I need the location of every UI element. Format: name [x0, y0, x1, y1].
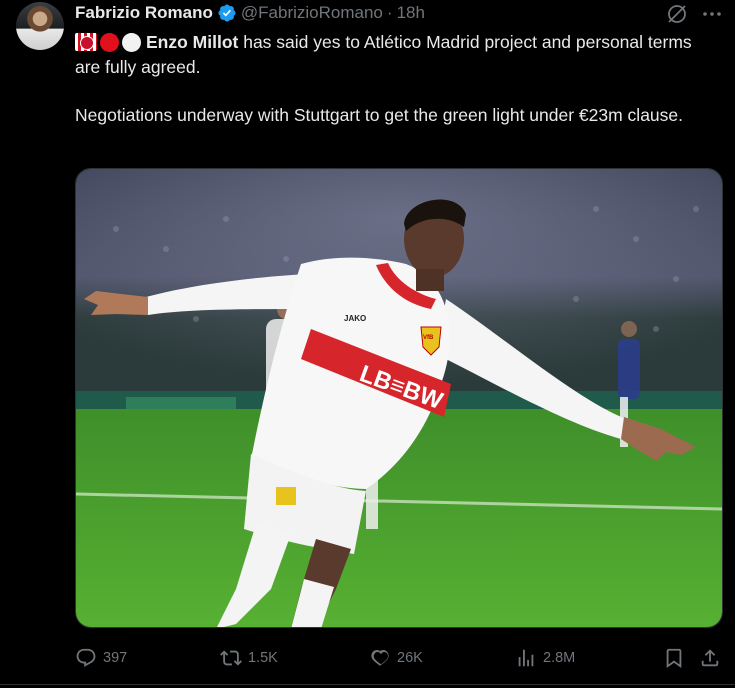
tweet-photo[interactable]: LB≡BW JAKO VfB — [75, 168, 723, 628]
club-badge: VfB — [423, 335, 434, 341]
more-icon[interactable] — [700, 2, 724, 26]
reply-icon — [76, 648, 96, 667]
repost-button[interactable]: 1.5K — [220, 644, 278, 672]
reply-button[interactable]: 397 — [75, 644, 127, 672]
tweet-actions-bar: 397 1.5K 26K 2.8M — [75, 644, 725, 672]
tweet-text: Enzo Millot has said yes to Atlético Mad… — [75, 30, 715, 128]
author-handle[interactable]: @FabrizioRomano — [241, 3, 383, 23]
share-icon — [701, 649, 719, 667]
views-icon — [518, 649, 534, 667]
like-count: 26K — [397, 650, 423, 666]
reply-count: 397 — [103, 650, 128, 666]
white-circle-icon — [122, 32, 141, 52]
bookmark-button[interactable] — [663, 644, 685, 672]
tweet-timestamp[interactable]: 18h — [397, 3, 425, 23]
tweet-header: Fabrizio Romano @FabrizioRomano · 18h — [75, 2, 425, 24]
share-button[interactable] — [699, 644, 721, 672]
author-name[interactable]: Fabrizio Romano — [75, 3, 213, 23]
bookmark-icon — [666, 648, 682, 669]
heart-icon — [371, 649, 389, 666]
player-name: Enzo Millot — [146, 32, 239, 52]
author-avatar[interactable] — [16, 2, 64, 50]
views-count: 2.8M — [543, 650, 576, 666]
flag-emojis — [75, 32, 141, 52]
views-button[interactable]: 2.8M — [515, 644, 575, 672]
verified-badge-icon — [218, 4, 236, 22]
separator-dot: · — [386, 3, 393, 22]
red-circle-icon — [100, 32, 119, 52]
repost-icon — [220, 650, 242, 666]
atletico-flag-icon — [75, 33, 97, 51]
kit-brand: JAKO — [344, 314, 366, 323]
repost-count: 1.5K — [248, 650, 278, 666]
divider — [0, 684, 735, 685]
tweet-paragraph-2: Negotiations underway with Stuttgart to … — [75, 105, 684, 125]
like-button[interactable]: 26K — [369, 644, 423, 672]
grok-icon[interactable] — [665, 2, 689, 26]
